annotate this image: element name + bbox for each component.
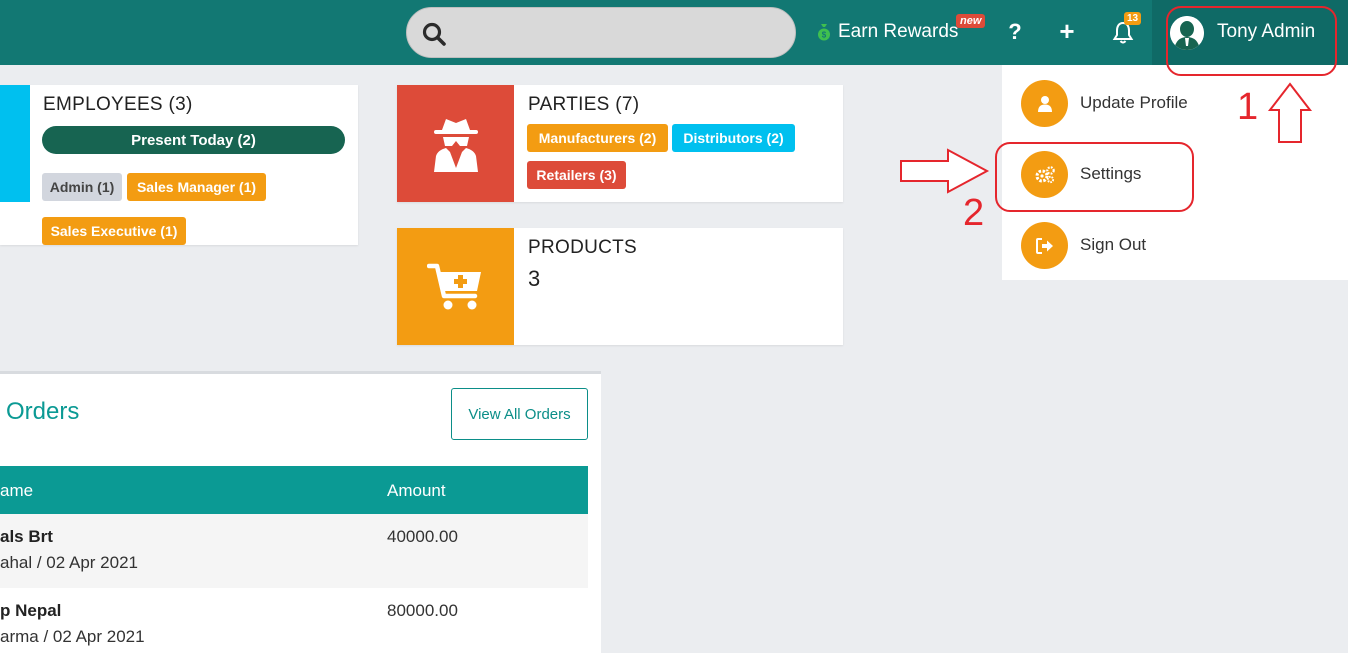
money-bag-icon: $ — [818, 24, 830, 41]
products-icon-box — [397, 228, 514, 345]
products-title: PRODUCTS — [528, 237, 638, 258]
order-amount: 80000.00 — [387, 601, 458, 620]
svg-text:$: $ — [822, 31, 827, 40]
search-input[interactable] — [459, 16, 779, 50]
order-amount: 40000.00 — [387, 527, 458, 546]
order-meta: ahal / 02 Apr 2021 — [0, 553, 139, 572]
order-party-name: p Nepal — [0, 601, 62, 620]
role-sales-manager-badge[interactable]: Sales Manager (1) — [127, 173, 266, 201]
table-row[interactable]: p Nepal arma / 02 Apr 2021 80000.00 — [0, 588, 588, 653]
orders-title: Orders — [6, 398, 80, 425]
add-icon[interactable]: + — [1055, 16, 1079, 47]
products-count: 3 — [528, 266, 541, 291]
column-amount-header: Amount — [387, 481, 446, 500]
cart-plus-icon — [426, 263, 481, 309]
gears-icon — [1021, 151, 1068, 198]
annotation-step-1: 1 — [1237, 86, 1259, 128]
sign-out-icon — [1021, 222, 1068, 269]
view-all-orders-button[interactable]: View All Orders — [451, 388, 588, 440]
spy-icon — [433, 118, 478, 172]
distributors-badge[interactable]: Distributors (2) — [672, 124, 795, 152]
retailers-badge[interactable]: Retailers (3) — [527, 161, 626, 189]
manufacturers-badge[interactable]: Manufacturers (2) — [527, 124, 668, 152]
role-sales-executive-badge[interactable]: Sales Executive (1) — [42, 217, 186, 245]
user-avatar[interactable] — [1170, 16, 1204, 50]
employees-card[interactable]: EMPLOYEES (3) Present Today (2) Admin (1… — [0, 85, 358, 245]
role-admin-badge[interactable]: Admin (1) — [42, 173, 122, 201]
notification-count-badge: 13 — [1124, 12, 1142, 25]
table-row[interactable]: als Brt ahal / 02 Apr 2021 40000.00 — [0, 514, 588, 588]
earn-rewards-link[interactable]: $ Earn Rewards — [816, 18, 958, 46]
menu-item-label: Settings — [1080, 164, 1142, 183]
menu-item-label: Sign Out — [1080, 235, 1147, 254]
user-icon — [1021, 80, 1068, 127]
column-name-header: ame — [0, 481, 34, 500]
menu-item-update-profile[interactable]: Update Profile — [1002, 67, 1348, 137]
user-name[interactable]: Tony Admin — [1217, 21, 1315, 43]
user-dropdown-menu: Update Profile Settings Sign Out — [1002, 65, 1348, 280]
earn-rewards-label: Earn Rewards — [838, 21, 959, 42]
menu-item-sign-out[interactable]: Sign Out — [1002, 209, 1348, 279]
menu-item-settings[interactable]: Settings — [1002, 138, 1348, 208]
menu-item-label: Update Profile — [1080, 93, 1188, 112]
user-silhouette-icon — [1170, 16, 1204, 50]
employees-title: EMPLOYEES (3) — [43, 94, 193, 115]
new-badge: new — [956, 14, 986, 28]
orders-table-header: ame Amount — [0, 466, 588, 514]
present-today-badge[interactable]: Present Today (2) — [42, 126, 345, 154]
annotation-step-2: 2 — [963, 192, 985, 234]
employees-color-strip — [0, 85, 30, 202]
annotation-right-arrow — [900, 148, 990, 194]
parties-icon-box — [397, 85, 514, 202]
help-icon[interactable]: ? — [1003, 19, 1027, 45]
parties-title: PARTIES (7) — [528, 94, 640, 115]
parties-card[interactable]: PARTIES (7) Manufacturers (2) Distributo… — [397, 85, 843, 202]
order-meta: arma / 02 Apr 2021 — [0, 627, 145, 646]
products-card[interactable]: PRODUCTS 3 — [397, 228, 843, 345]
order-party-name: als Brt — [0, 527, 53, 546]
search-icon — [422, 22, 446, 46]
orders-panel: Orders View All Orders ame Amount als Br… — [0, 371, 601, 653]
search-bar[interactable] — [406, 7, 796, 58]
